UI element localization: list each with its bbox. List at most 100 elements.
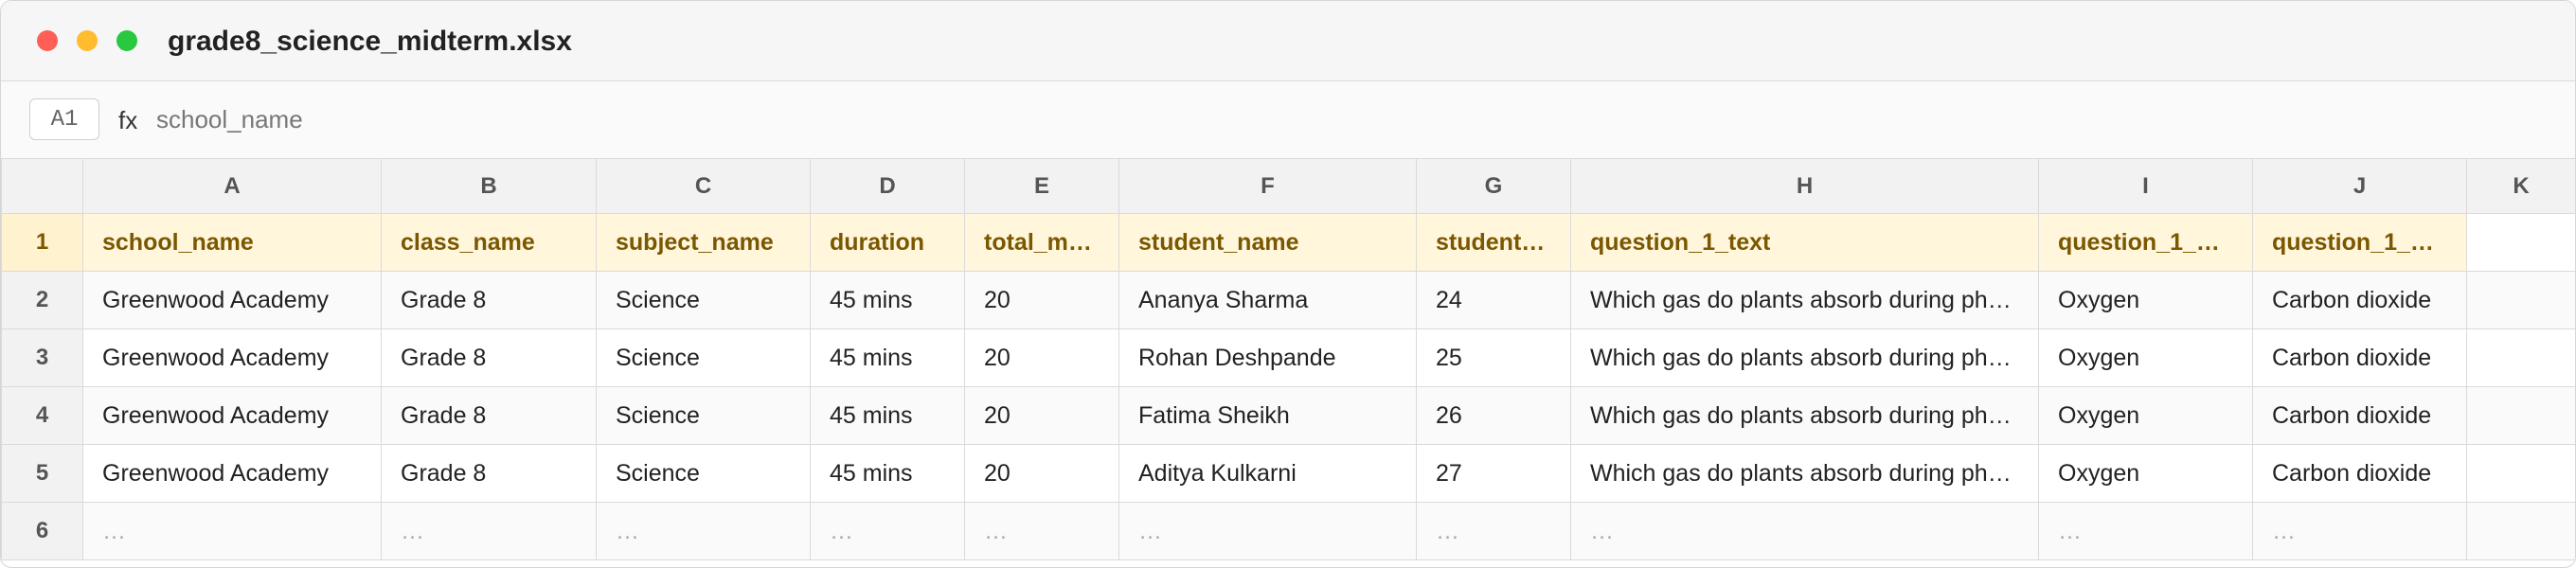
table-cell[interactable]: Oxygen [2038,444,2253,503]
table-cell[interactable] [2466,444,2575,503]
table-row: 1 school_name class_name subject_name du… [1,213,2575,272]
table-cell[interactable]: Which gas do plants absorb during ph… [1570,386,2039,445]
row-header[interactable]: 3 [1,328,83,387]
window-title: grade8_science_midterm.xlsx [168,26,572,57]
table-cell[interactable]: … [2252,502,2467,560]
row-header[interactable]: 2 [1,271,83,329]
column-header-j[interactable]: J [2252,158,2467,214]
table-cell[interactable]: 20 [964,444,1119,503]
fx-icon: fx [118,106,138,134]
table-cell[interactable]: Greenwood Academy [82,386,382,445]
table-cell[interactable]: 45 mins [810,444,965,503]
table-cell[interactable] [2466,386,2575,445]
table-cell[interactable]: Which gas do plants absorb during ph… [1570,444,2039,503]
table-cell[interactable]: … [810,502,965,560]
table-cell[interactable]: duration [810,213,965,272]
table-cell[interactable]: 45 mins [810,386,965,445]
row-header[interactable]: 4 [1,386,83,445]
column-header-c[interactable]: C [596,158,811,214]
table-cell[interactable]: 45 mins [810,328,965,387]
table-cell[interactable]: total_m… [964,213,1119,272]
zoom-window-button[interactable] [116,30,137,51]
table-row: 2 Greenwood Academy Grade 8 Science 45 m… [1,271,2575,329]
table-cell[interactable]: Grade 8 [381,271,597,329]
column-header-a[interactable]: A [82,158,382,214]
cell-reference-box[interactable]: A1 [29,98,99,140]
minimize-window-button[interactable] [77,30,98,51]
table-cell[interactable]: student_name [1118,213,1417,272]
close-window-button[interactable] [37,30,58,51]
table-cell[interactable]: Science [596,444,811,503]
table-cell[interactable]: Ananya Sharma [1118,271,1417,329]
row-header[interactable]: 5 [1,444,83,503]
table-cell[interactable]: Rohan Deshpande [1118,328,1417,387]
table-cell[interactable]: question_1_text [1570,213,2039,272]
formula-input[interactable] [156,102,1293,136]
column-header-b[interactable]: B [381,158,597,214]
table-cell[interactable]: Grade 8 [381,444,597,503]
table-cell[interactable]: … [1570,502,2039,560]
table-cell[interactable]: Aditya Kulkarni [1118,444,1417,503]
column-header-h[interactable]: H [1570,158,2039,214]
row-header[interactable]: 1 [1,213,83,272]
table-cell[interactable]: Carbon dioxide [2252,386,2467,445]
table-cell[interactable]: Carbon dioxide [2252,444,2467,503]
table-cell[interactable]: subject_name [596,213,811,272]
column-header-i[interactable]: I [2038,158,2253,214]
spreadsheet-window: grade8_science_midterm.xlsx A1 fx A B C … [0,0,2576,568]
table-cell[interactable]: Greenwood Academy [82,271,382,329]
table-cell[interactable]: Which gas do plants absorb during ph… [1570,271,2039,329]
table-cell[interactable]: Carbon dioxide [2252,271,2467,329]
table-cell[interactable]: Fatima Sheikh [1118,386,1417,445]
table-cell[interactable]: … [2038,502,2253,560]
table-row: 5 Greenwood Academy Grade 8 Science 45 m… [1,444,2575,503]
table-cell[interactable]: Which gas do plants absorb during ph… [1570,328,2039,387]
table-cell[interactable]: … [1118,502,1417,560]
table-row: 4 Greenwood Academy Grade 8 Science 45 m… [1,386,2575,445]
table-cell[interactable] [2466,328,2575,387]
table-cell[interactable]: 45 mins [810,271,965,329]
row-header[interactable]: 6 [1,502,83,560]
column-header-e[interactable]: E [964,158,1119,214]
formula-bar: A1 fx [1,81,2575,159]
column-header-d[interactable]: D [810,158,965,214]
table-cell[interactable]: Oxygen [2038,386,2253,445]
table-cell[interactable]: Grade 8 [381,328,597,387]
table-cell[interactable]: … [964,502,1119,560]
table-cell[interactable]: Science [596,386,811,445]
table-cell[interactable]: Greenwood Academy [82,328,382,387]
table-cell[interactable]: … [82,502,382,560]
column-header-row: A B C D E F G H I J K [1,158,2575,214]
table-cell[interactable]: 20 [964,328,1119,387]
table-cell[interactable]: … [381,502,597,560]
table-cell[interactable]: Science [596,271,811,329]
table-cell[interactable]: 20 [964,271,1119,329]
column-header-g[interactable]: G [1416,158,1571,214]
table-cell[interactable]: school_name [82,213,382,272]
table-cell[interactable]: Carbon dioxide [2252,328,2467,387]
table-cell[interactable]: 25 [1416,328,1571,387]
select-all-corner[interactable] [1,158,83,214]
column-header-k[interactable]: K [2466,158,2575,214]
column-header-f[interactable]: F [1118,158,1417,214]
table-cell[interactable] [2466,213,2575,272]
table-cell[interactable]: question_1_… [2252,213,2467,272]
table-cell[interactable]: 26 [1416,386,1571,445]
table-cell[interactable] [2466,502,2575,560]
table-cell[interactable]: … [596,502,811,560]
table-cell[interactable]: 24 [1416,271,1571,329]
table-cell[interactable]: Oxygen [2038,328,2253,387]
table-cell[interactable]: Grade 8 [381,386,597,445]
table-cell[interactable]: student… [1416,213,1571,272]
table-cell[interactable]: 27 [1416,444,1571,503]
table-cell[interactable]: Science [596,328,811,387]
table-cell[interactable]: class_name [381,213,597,272]
table-cell[interactable]: … [1416,502,1571,560]
table-cell[interactable]: 20 [964,386,1119,445]
table-cell[interactable]: Greenwood Academy [82,444,382,503]
table-cell[interactable] [2466,271,2575,329]
table-cell[interactable]: question_1_… [2038,213,2253,272]
table-cell[interactable]: Oxygen [2038,271,2253,329]
table-row: 3 Greenwood Academy Grade 8 Science 45 m… [1,328,2575,387]
title-bar: grade8_science_midterm.xlsx [1,1,2575,81]
